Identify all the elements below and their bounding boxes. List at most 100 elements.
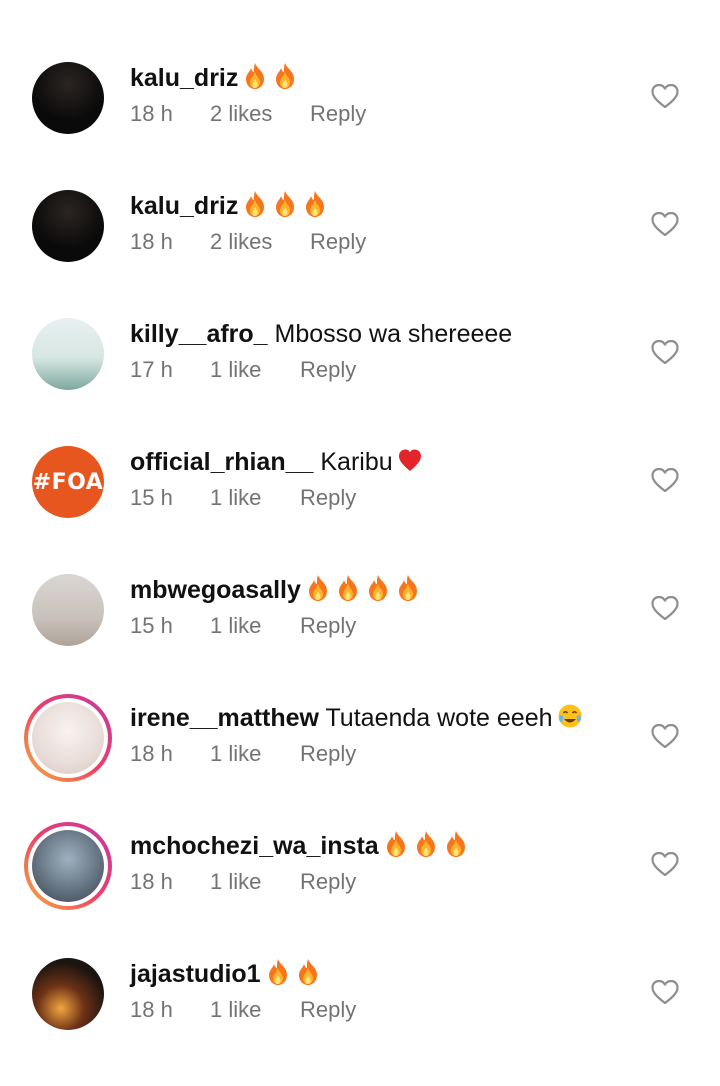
- likes-count[interactable]: 1 like: [210, 868, 300, 896]
- fire-emoji: [242, 62, 268, 90]
- timestamp: 15 h: [130, 485, 173, 510]
- timestamp: 15 h: [130, 613, 173, 638]
- like-heart-icon[interactable]: [650, 466, 680, 496]
- reply-button[interactable]: Reply: [300, 356, 356, 384]
- likes-count[interactable]: 2 likes: [210, 228, 310, 256]
- timestamp: 18 h: [130, 869, 173, 894]
- likes-count[interactable]: 1 like: [210, 996, 300, 1024]
- fire-emoji: [272, 190, 298, 218]
- username-link[interactable]: official_rhian__: [130, 448, 313, 476]
- fire-emoji: [242, 190, 268, 218]
- reply-button[interactable]: Reply: [300, 868, 356, 896]
- fire-emoji: [265, 958, 291, 986]
- timestamp: 18 h: [130, 997, 173, 1022]
- avatar[interactable]: [32, 958, 104, 1030]
- comment-line: irene__matthew Tutaenda wote eeeh: [130, 702, 600, 734]
- like-heart-icon[interactable]: [650, 338, 680, 368]
- comment-body: killy__afro_ Mbosso wa shereeee 17 h 1 lik…: [130, 318, 600, 384]
- comment-row: jajastudio1 18 h 1 like Reply: [0, 958, 720, 1086]
- like-heart-icon[interactable]: [650, 850, 680, 880]
- comment-body: jajastudio1 18 h 1 like Reply: [130, 958, 600, 1024]
- comment-meta: 15 h 1 like Reply: [130, 612, 600, 640]
- comment-body: irene__matthew Tutaenda wote eeeh 18 h 1 l…: [130, 702, 600, 768]
- reply-button[interactable]: Reply: [300, 484, 356, 512]
- comment-line: jajastudio1: [130, 958, 600, 990]
- likes-count[interactable]: 1 like: [210, 484, 300, 512]
- username-link[interactable]: irene__matthew: [130, 704, 319, 732]
- cartoon-portrait-image: [32, 830, 104, 902]
- timestamp: 18 h: [130, 741, 173, 766]
- reply-button[interactable]: Reply: [310, 228, 366, 256]
- fire-emoji: [305, 574, 331, 602]
- foa-logo-image: #FOA: [32, 446, 104, 518]
- username-link[interactable]: kalu_driz: [130, 192, 238, 220]
- likes-count[interactable]: 1 like: [210, 356, 300, 384]
- comment-row: kalu_driz 18 h 2 likes Reply: [0, 62, 720, 190]
- fire-emoji: [365, 574, 391, 602]
- red-heart-emoji: [397, 446, 423, 474]
- avatar[interactable]: [32, 62, 104, 134]
- avatar[interactable]: [32, 574, 104, 646]
- night-portrait-image: [32, 958, 104, 1030]
- comment-line: mbwegoasally: [130, 574, 600, 606]
- comment-meta: 18 h 1 like Reply: [130, 868, 600, 896]
- timestamp: 18 h: [130, 229, 173, 254]
- timestamp: 18 h: [130, 101, 173, 126]
- comment-row: killy__afro_ Mbosso wa shereeee 17 h 1 lik…: [0, 318, 720, 446]
- avatar[interactable]: [24, 694, 112, 782]
- dark-portrait-image: [32, 190, 104, 262]
- fire-emoji: [443, 830, 469, 858]
- comments-list: kalu_driz 18 h2 likes Reply kalu_driz 18 h2 …: [0, 0, 720, 1078]
- story-ring[interactable]: [24, 822, 112, 910]
- fire-emoji: [295, 958, 321, 986]
- avatar[interactable]: [32, 190, 104, 262]
- hat-portrait-image: [32, 318, 104, 390]
- comment-row: irene__matthew Tutaenda wote eeeh 18 h 1 l…: [0, 694, 720, 830]
- avatar[interactable]: #FOA: [32, 446, 104, 518]
- comment-line: kalu_driz: [130, 62, 600, 94]
- avatar[interactable]: [32, 318, 104, 390]
- tears-of-joy-emoji: [557, 702, 583, 730]
- comment-line: official_rhian__ Karibu: [130, 446, 600, 478]
- comment-body: mbwegoasally 15 h 1 like Reply: [130, 574, 600, 640]
- comment-text: Tutaenda wote eeeh: [325, 704, 553, 732]
- username-link[interactable]: jajastudio1: [130, 960, 261, 988]
- username-link[interactable]: kalu_driz: [130, 64, 238, 92]
- dark-portrait-image: [32, 62, 104, 134]
- comment-text: Mbosso wa shereeee: [274, 320, 513, 348]
- avatar-logo-text: #FOA: [32, 469, 104, 495]
- comment-body: official_rhian__ Karibu 15 h 1 like Reply: [130, 446, 600, 512]
- comment-meta: 15 h 1 like Reply: [130, 484, 600, 512]
- avatar[interactable]: [24, 822, 112, 910]
- fire-emoji: [395, 574, 421, 602]
- like-heart-icon[interactable]: [650, 722, 680, 752]
- fire-emoji: [272, 62, 298, 90]
- fire-emoji: [413, 830, 439, 858]
- comment-meta: 18 h 1 like Reply: [130, 996, 600, 1024]
- story-ring[interactable]: [24, 694, 112, 782]
- comment-body: kalu_driz 18 h 2 likes Reply: [130, 190, 600, 256]
- username-link[interactable]: mbwegoasally: [130, 576, 301, 604]
- fire-emoji: [302, 190, 328, 218]
- like-heart-icon[interactable]: [650, 978, 680, 1008]
- likes-count[interactable]: 1 like: [210, 612, 300, 640]
- comment-meta: 17 h 1 like Reply: [130, 356, 600, 384]
- comment-line: kalu_driz: [130, 190, 600, 222]
- like-heart-icon[interactable]: [650, 594, 680, 624]
- likes-count[interactable]: 1 like: [210, 740, 300, 768]
- likes-count[interactable]: 2 likes: [210, 100, 310, 128]
- like-heart-icon[interactable]: [650, 82, 680, 112]
- reply-button[interactable]: Reply: [300, 996, 356, 1024]
- like-heart-icon[interactable]: [650, 210, 680, 240]
- timestamp: 17 h: [130, 357, 173, 382]
- username-link[interactable]: killy__afro_: [130, 320, 268, 348]
- reply-button[interactable]: Reply: [300, 612, 356, 640]
- room-portrait-image: [32, 574, 104, 646]
- comment-meta: 18 h 2 likes Reply: [130, 100, 600, 128]
- username-link[interactable]: mchochezi_wa_insta: [130, 832, 379, 860]
- comment-text: Karibu: [320, 448, 393, 476]
- reply-button[interactable]: Reply: [310, 100, 366, 128]
- comment-meta: 18 h 2 likes Reply: [130, 228, 600, 256]
- reply-button[interactable]: Reply: [300, 740, 356, 768]
- comment-line: mchochezi_wa_insta: [130, 830, 600, 862]
